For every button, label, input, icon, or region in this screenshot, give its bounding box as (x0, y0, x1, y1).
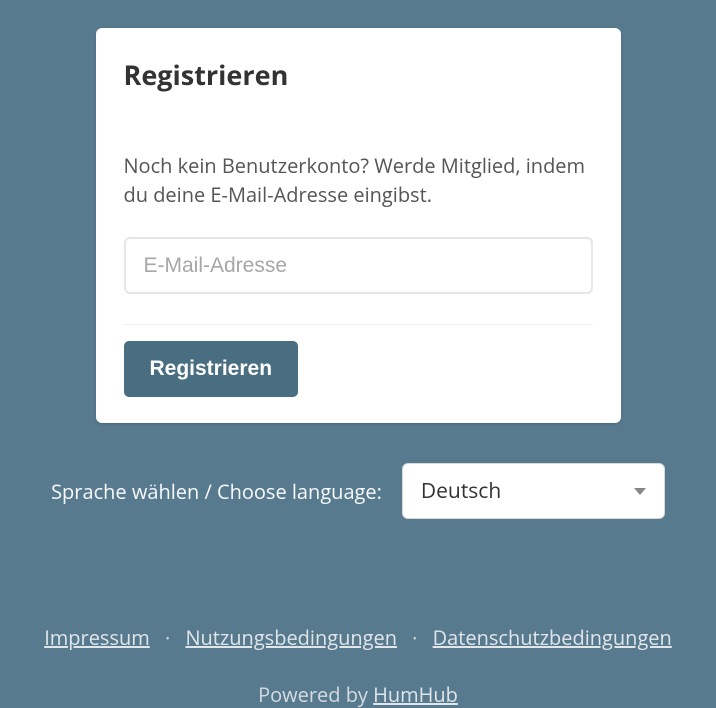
divider (124, 324, 593, 325)
privacy-link[interactable]: Datenschutzbedingungen (433, 624, 672, 651)
register-button[interactable]: Registrieren (124, 341, 299, 397)
panel-title: Registrieren (124, 56, 593, 93)
terms-link[interactable]: Nutzungsbedingungen (185, 624, 397, 651)
powered-by: Powered by HumHub (0, 681, 716, 708)
separator: · (412, 624, 417, 651)
email-field[interactable] (124, 237, 593, 294)
powered-link[interactable]: HumHub (373, 681, 458, 708)
chevron-down-icon (634, 488, 646, 495)
panel-description: Noch kein Benutzerkonto? Werde Mitglied,… (124, 151, 593, 209)
language-row: Sprache wählen / Choose language: Deutsc… (38, 463, 678, 519)
footer-links: Impressum · Nutzungsbedingungen · Datens… (0, 624, 716, 651)
imprint-link[interactable]: Impressum (44, 624, 150, 651)
separator: · (165, 624, 170, 651)
language-select[interactable]: Deutsch (402, 463, 665, 519)
language-label: Sprache wählen / Choose language: (51, 478, 382, 505)
language-selected: Deutsch (421, 477, 501, 505)
powered-prefix: Powered by (258, 681, 373, 708)
register-panel: Registrieren Noch kein Benutzerkonto? We… (96, 28, 621, 423)
